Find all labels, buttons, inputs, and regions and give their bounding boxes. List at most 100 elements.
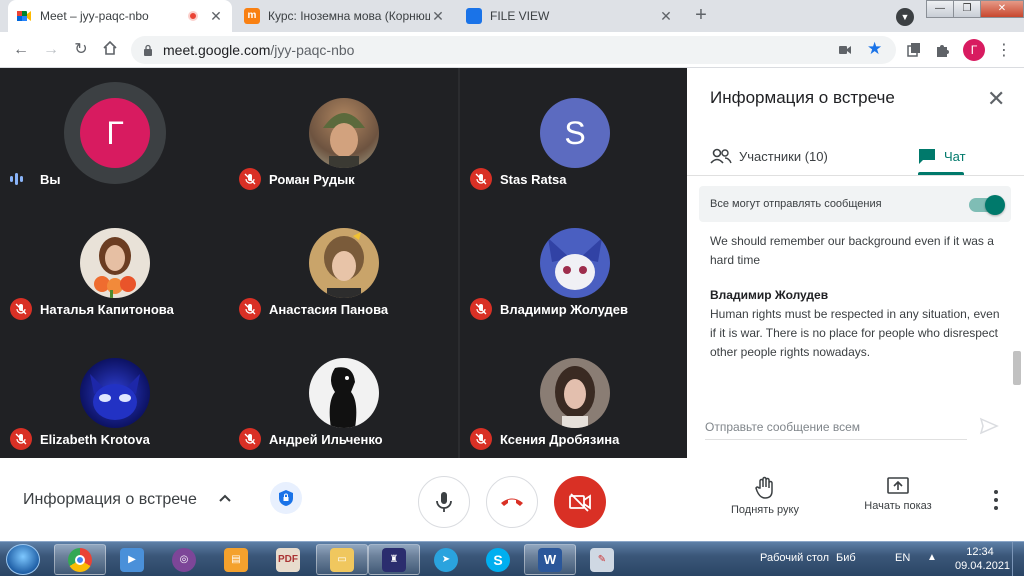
media-player-icon: ▶ xyxy=(120,547,144,572)
present-screen-icon xyxy=(887,477,909,494)
tab-meet[interactable]: Meet – jyy-paqc-nbo ✕ xyxy=(8,0,232,32)
taskbar-skype[interactable]: S xyxy=(472,544,524,575)
folder-icon: ▭ xyxy=(330,547,354,572)
more-options-icon[interactable] xyxy=(990,490,1002,510)
participant-tile[interactable]: Роман Рудык xyxy=(229,68,458,198)
language-indicator[interactable]: EN xyxy=(895,552,910,564)
home-icon[interactable] xyxy=(100,40,120,60)
forward-icon[interactable]: → xyxy=(41,40,61,60)
word-icon: W xyxy=(538,547,562,572)
host-controls-button[interactable] xyxy=(270,482,302,514)
mic-muted-icon xyxy=(470,168,492,190)
maximize-window-button[interactable]: ❐ xyxy=(953,0,981,18)
chevron-up-icon[interactable] xyxy=(218,493,232,503)
taskbar-chrome[interactable] xyxy=(54,544,106,575)
camera-button[interactable] xyxy=(554,476,606,528)
tab-file-view[interactable]: FILE VIEW ✕ xyxy=(458,0,682,32)
desktop-toolbar-label[interactable]: Рабочий стол xyxy=(760,552,829,564)
browser-menu-icon[interactable]: ⋮ xyxy=(996,40,1012,60)
chat-message-sender: Владимир Жолудев xyxy=(710,288,829,302)
clock[interactable]: 12:34 09.04.2021 xyxy=(955,545,1011,573)
participant-tile[interactable]: Андрей Ильченко xyxy=(229,328,458,458)
mic-muted-icon xyxy=(470,298,492,320)
address-toolbar: ← → ↻ meet.google.com/jyy-paqc-nbo ★ Г ⋮ xyxy=(0,32,1024,68)
extensions-puzzle-icon[interactable] xyxy=(934,42,950,58)
present-button[interactable]: Начать показ xyxy=(856,476,940,512)
close-tab-icon[interactable]: ✕ xyxy=(430,8,446,25)
participant-tile[interactable]: Владимир Жолудев xyxy=(460,198,689,328)
participant-tile[interactable]: Наталья Капитонова xyxy=(0,198,229,328)
send-icon[interactable] xyxy=(979,416,999,436)
taskbar-paint[interactable]: ✎ xyxy=(576,544,628,575)
start-button[interactable] xyxy=(6,544,40,575)
avatar xyxy=(80,228,150,298)
extension-copy-icon[interactable] xyxy=(906,42,922,58)
taskbar-tor[interactable]: ◎ xyxy=(158,544,210,575)
tab-participants-label: Участники (10) xyxy=(739,148,828,164)
taskbar-explorer[interactable]: ▭ xyxy=(316,544,368,575)
close-tab-icon[interactable]: ✕ xyxy=(658,8,674,25)
participant-grid: Г Вы Роман Рудык S Stas Ratsa Наталья Ка… xyxy=(0,68,687,458)
participant-tile[interactable]: Ксения Дробязина xyxy=(460,328,689,458)
chat-message-text: Human rights must be respected in any si… xyxy=(710,307,1000,359)
tab-search-icon[interactable]: ▼ xyxy=(896,8,914,26)
people-icon xyxy=(710,148,732,164)
panel-title: Информация о встрече xyxy=(710,88,895,107)
avatar xyxy=(309,228,379,298)
minimize-window-button[interactable]: — xyxy=(926,0,954,18)
tab-title: Курс: Іноземна мова (Корнюш xyxy=(268,9,430,23)
library-toolbar-label[interactable]: Биб xyxy=(836,552,856,564)
tray-expand-icon[interactable]: ▲ xyxy=(927,552,937,563)
mic-muted-icon xyxy=(10,298,32,320)
leave-call-button[interactable] xyxy=(486,476,538,528)
tab-title: Meet – jyy-paqc-nbo xyxy=(40,9,149,23)
url-bar[interactable]: meet.google.com/jyy-paqc-nbo ★ xyxy=(131,36,896,64)
url-path: /jyy-paqc-nbo xyxy=(270,42,355,58)
close-icon[interactable]: ✕ xyxy=(987,86,1005,112)
participant-tile[interactable]: Elizabeth Krotova xyxy=(0,328,229,458)
clock-date: 09.04.2021 xyxy=(955,560,1011,572)
chat-scrollbar[interactable] xyxy=(1013,351,1021,385)
camera-off-icon xyxy=(569,493,591,512)
back-icon[interactable]: ← xyxy=(11,40,31,60)
raise-hand-button[interactable]: Поднять руку xyxy=(722,476,808,516)
taskbar-word[interactable]: W xyxy=(524,544,576,575)
tab-chat[interactable]: Чат xyxy=(918,138,966,174)
taskbar-media-player[interactable]: ▶ xyxy=(106,544,158,575)
participant-tile[interactable]: S Stas Ratsa xyxy=(460,68,689,198)
tab-title: FILE VIEW xyxy=(490,9,550,23)
mic-muted-icon xyxy=(239,298,261,320)
chat-permission-toggle[interactable] xyxy=(969,195,1005,215)
avatar: Г xyxy=(80,98,150,168)
ebook-reader-icon: ▤ xyxy=(224,547,248,572)
tab-course[interactable]: m Курс: Іноземна мова (Корнюш ✕ xyxy=(236,0,454,32)
tab-participants[interactable]: Участники (10) xyxy=(710,138,828,174)
participant-name: Андрей Ильченко xyxy=(269,431,383,447)
taskbar-pdf24[interactable]: PDF xyxy=(262,544,314,575)
profile-avatar[interactable]: Г xyxy=(963,39,985,61)
paint-palette-icon: ✎ xyxy=(590,547,614,572)
reload-icon[interactable]: ↻ xyxy=(71,40,91,60)
participant-tile[interactable]: Анастасия Панова xyxy=(229,198,458,328)
participant-tile[interactable]: Г Вы xyxy=(0,68,229,198)
microphone-button[interactable] xyxy=(418,476,470,528)
show-desktop-button[interactable] xyxy=(1012,542,1024,576)
game-castle-icon: ♜ xyxy=(382,547,406,572)
new-tab-button[interactable]: + xyxy=(690,5,712,27)
taskbar-telegram[interactable]: ➤ xyxy=(420,544,472,575)
taskbar-ebook[interactable]: ▤ xyxy=(210,544,262,575)
taskbar-game[interactable]: ♜ xyxy=(368,544,420,575)
camera-in-use-icon[interactable] xyxy=(839,45,851,55)
chat-message-text: We should remember our background even i… xyxy=(710,234,994,267)
chat-message-input[interactable]: Отправьте сообщение всем xyxy=(705,418,967,440)
bookmark-star-icon[interactable]: ★ xyxy=(867,39,882,59)
hand-icon xyxy=(755,476,773,499)
meeting-info-button[interactable]: Информация о встрече xyxy=(23,491,197,509)
close-window-button[interactable]: ✕ xyxy=(980,0,1024,18)
hang-up-icon xyxy=(501,498,523,506)
call-controls-bar: Информация о встрече Поднять руку Начать… xyxy=(0,458,1024,541)
speaking-indicator-icon xyxy=(10,172,28,186)
lock-icon[interactable] xyxy=(143,44,153,56)
close-tab-icon[interactable]: ✕ xyxy=(208,8,224,25)
raise-hand-label: Поднять руку xyxy=(731,504,799,516)
